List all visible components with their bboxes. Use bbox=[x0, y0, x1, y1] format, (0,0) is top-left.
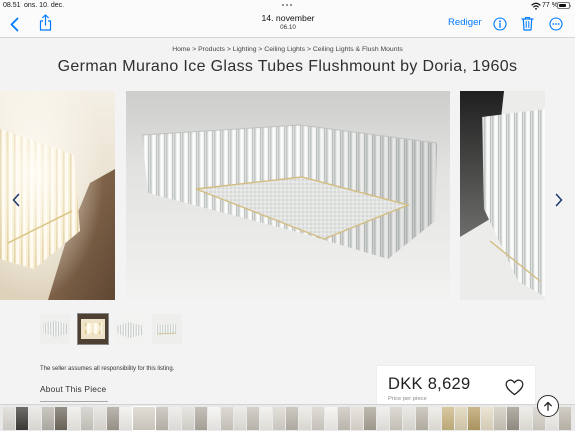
breadcrumb-home[interactable]: Home bbox=[172, 46, 190, 53]
filmstrip-thumbnail[interactable] bbox=[3, 407, 15, 430]
filmstrip-thumbnail-selected[interactable] bbox=[132, 406, 156, 431]
filmstrip-thumbnail[interactable] bbox=[429, 407, 441, 430]
breadcrumb-ceiling-lights[interactable]: Ceiling Lights bbox=[264, 46, 305, 53]
more-icon[interactable] bbox=[549, 17, 563, 31]
filmstrip-thumbnail[interactable] bbox=[42, 407, 54, 430]
multitasking-dots-icon[interactable] bbox=[282, 4, 292, 7]
breadcrumb-separator: > bbox=[192, 46, 197, 53]
scroll-to-top-button[interactable] bbox=[537, 395, 559, 417]
filmstrip-thumbnail[interactable] bbox=[455, 407, 467, 430]
filmstrip-thumbnail[interactable] bbox=[494, 407, 506, 430]
breadcrumb-products[interactable]: Products bbox=[198, 46, 225, 53]
filmstrip-thumbnail[interactable] bbox=[338, 407, 350, 430]
edit-button[interactable]: Rediger bbox=[448, 17, 482, 28]
breadcrumb: Home > Products > Lighting > Ceiling Lig… bbox=[0, 45, 575, 54]
filmstrip-thumbnail[interactable] bbox=[364, 407, 376, 430]
heart-icon[interactable] bbox=[505, 379, 524, 396]
about-heading[interactable]: About This Piece bbox=[40, 384, 106, 394]
filmstrip-thumbnail[interactable] bbox=[107, 407, 119, 430]
filmstrip-thumbnail[interactable] bbox=[55, 407, 67, 430]
breadcrumb-flush-mounts[interactable]: Ceiling Lights & Flush Mounts bbox=[313, 46, 403, 53]
filmstrip-thumbnail[interactable] bbox=[221, 407, 233, 430]
price-amount: DKK 8,629 bbox=[388, 375, 471, 393]
wifi-icon bbox=[531, 2, 541, 10]
about-divider bbox=[40, 401, 108, 402]
filmstrip-thumbnail[interactable] bbox=[377, 407, 389, 430]
battery-percentage: 77 % bbox=[542, 1, 558, 9]
info-icon[interactable] bbox=[493, 17, 507, 31]
filmstrip-thumbnail[interactable] bbox=[351, 407, 363, 430]
price-note: Price per piece bbox=[388, 396, 427, 402]
filmstrip-thumbnail[interactable] bbox=[286, 407, 298, 430]
filmstrip-thumbnail[interactable] bbox=[208, 407, 220, 430]
carousel-image-next[interactable] bbox=[460, 91, 545, 300]
status-date: ons. 10. dec. bbox=[24, 1, 65, 9]
arrow-up-icon bbox=[541, 399, 555, 413]
share-icon[interactable] bbox=[39, 14, 52, 31]
photo-date: 14. november bbox=[261, 13, 315, 23]
filmstrip-thumbnail[interactable] bbox=[247, 407, 259, 430]
filmstrip-thumbnail[interactable] bbox=[94, 407, 106, 430]
filmstrip-thumbnail[interactable] bbox=[234, 407, 246, 430]
filmstrip-thumbnail[interactable] bbox=[195, 407, 207, 430]
filmstrip-thumbnail[interactable] bbox=[507, 407, 519, 430]
filmstrip-thumbnail[interactable] bbox=[403, 407, 415, 430]
back-chevron-icon[interactable] bbox=[10, 17, 19, 32]
chevron-left-icon[interactable] bbox=[12, 193, 20, 207]
filmstrip-thumbnail[interactable] bbox=[29, 407, 41, 430]
filmstrip-thumbnail[interactable] bbox=[416, 407, 428, 430]
filmstrip-thumbnail[interactable] bbox=[273, 407, 285, 430]
filmstrip-thumbnail[interactable] bbox=[16, 407, 28, 430]
filmstrip-thumbnail[interactable] bbox=[481, 407, 493, 430]
breadcrumb-separator: > bbox=[226, 46, 231, 53]
filmstrip-thumbnail[interactable] bbox=[169, 407, 181, 430]
battery-icon bbox=[557, 2, 572, 9]
carousel-image-main[interactable] bbox=[126, 91, 450, 300]
filmstrip-thumbnail[interactable] bbox=[442, 407, 454, 430]
product-thumbnail[interactable] bbox=[115, 314, 145, 344]
trash-icon[interactable] bbox=[521, 16, 534, 31]
filmstrip-thumbnail[interactable] bbox=[81, 407, 93, 430]
filmstrip-thumbnail[interactable] bbox=[520, 407, 532, 430]
status-time: 08.51 bbox=[3, 1, 21, 9]
filmstrip-track bbox=[0, 405, 575, 431]
breadcrumb-separator: > bbox=[258, 46, 263, 53]
filmstrip-thumbnail[interactable] bbox=[68, 407, 80, 430]
photo-filmstrip[interactable] bbox=[0, 404, 575, 431]
photo-time: 06.10 bbox=[280, 24, 296, 31]
filmstrip-thumbnail[interactable] bbox=[325, 407, 337, 430]
filmstrip-thumbnail[interactable] bbox=[559, 407, 571, 430]
filmstrip-thumbnail[interactable] bbox=[468, 407, 480, 430]
page-title: German Murano Ice Glass Tubes Flushmount… bbox=[57, 58, 518, 75]
product-thumbnail-active[interactable] bbox=[77, 313, 109, 345]
photos-header: 08.51 ons. 10. dec. 77 % 14. november 06… bbox=[0, 0, 575, 38]
filmstrip-thumbnail[interactable] bbox=[390, 407, 402, 430]
breadcrumb-separator: > bbox=[306, 46, 311, 53]
filmstrip-thumbnail[interactable] bbox=[260, 407, 272, 430]
filmstrip-thumbnail[interactable] bbox=[299, 407, 311, 430]
chevron-right-icon[interactable] bbox=[555, 193, 563, 207]
product-thumbnail[interactable] bbox=[152, 314, 182, 344]
filmstrip-thumbnail[interactable] bbox=[120, 407, 132, 430]
filmstrip-thumbnail[interactable] bbox=[182, 407, 194, 430]
breadcrumb-lighting[interactable]: Lighting bbox=[233, 46, 257, 53]
filmstrip-thumbnail[interactable] bbox=[312, 407, 324, 430]
seller-disclaimer: The seller assumes all responsibility fo… bbox=[40, 366, 175, 372]
product-thumbnail[interactable] bbox=[40, 314, 70, 344]
filmstrip-thumbnail[interactable] bbox=[156, 407, 168, 430]
